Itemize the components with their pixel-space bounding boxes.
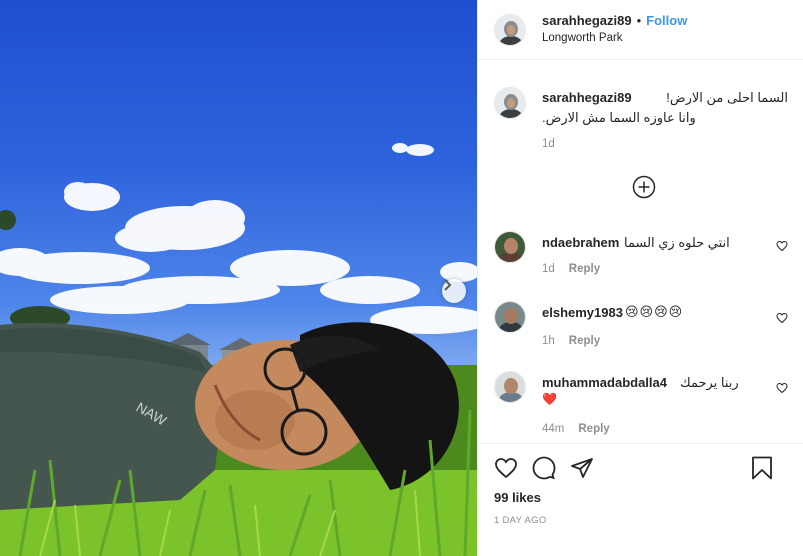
comment-text: ربنا يرحمك — [680, 375, 739, 390]
caption-timestamp: 1d — [542, 138, 555, 150]
comments-section: sarahhegazi89 السما احلى من الارض! وانا … — [478, 61, 803, 453]
comment-like-heart-icon[interactable] — [776, 311, 788, 324]
reply-button[interactable]: Reply — [569, 263, 600, 275]
comment-item: muhammadabdalla4 ربنا يرحمك ❤️ 44m Reply — [494, 371, 788, 441]
author-username[interactable]: sarahhegazi89 — [542, 13, 632, 29]
caption-avatar[interactable] — [494, 87, 526, 119]
comment-item: elshemy1983 😢😢😢😢 1h Reply — [494, 301, 788, 351]
commenter-avatar[interactable] — [494, 371, 526, 403]
separator-dot: • — [636, 13, 642, 29]
comment-timestamp: 1d — [542, 263, 555, 275]
post-photo[interactable]: NAW — [0, 0, 477, 556]
photo-scene: NAW — [0, 143, 477, 556]
load-more-comments-button[interactable] — [632, 175, 656, 199]
comment-username[interactable]: muhammadabdalla4 — [542, 375, 667, 390]
comment-text: انتي حلوه زي السما — [624, 235, 730, 250]
like-heart-icon[interactable] — [494, 456, 518, 480]
commenter-avatar[interactable] — [494, 301, 526, 333]
reply-button[interactable]: Reply — [569, 335, 600, 347]
comment-timestamp: 44m — [542, 423, 565, 435]
comment-like-heart-icon[interactable] — [776, 381, 788, 394]
author-avatar[interactable] — [494, 13, 526, 46]
post-actions: 99 likes 1 DAY AGO — [478, 443, 803, 526]
comment-timestamp: 1h — [542, 335, 555, 347]
comment-heart-emoji: ❤️ — [542, 392, 557, 406]
comment-like-heart-icon[interactable] — [776, 239, 788, 252]
follow-button[interactable]: Follow — [646, 13, 687, 29]
post-side-panel: sarahhegazi89 • Follow Longworth Park sa… — [477, 0, 803, 556]
plus-circle-icon — [632, 175, 656, 203]
reply-button[interactable]: Reply — [578, 423, 609, 435]
bookmark-icon[interactable] — [750, 456, 774, 480]
caption-line-2: وانا عاوزه السما مش الارض. — [542, 110, 696, 125]
post-timestamp: 1 DAY AGO — [494, 515, 547, 526]
location-link[interactable]: Longworth Park — [542, 31, 687, 45]
comment-item: ndaebrahem انتي حلوه زي السما 1d Reply — [494, 231, 788, 281]
next-photo-button[interactable] — [442, 279, 466, 303]
caption-line-1: السما احلى من الارض! — [666, 90, 788, 105]
comment-icon[interactable] — [532, 456, 556, 480]
share-icon[interactable] — [570, 456, 594, 480]
comment-username[interactable]: elshemy1983 — [542, 305, 623, 320]
comment-text: 😢😢😢😢 — [625, 304, 684, 319]
post-header: sarahhegazi89 • Follow Longworth Park — [478, 0, 803, 60]
comment-username[interactable]: ndaebrahem — [542, 235, 619, 250]
likes-count[interactable]: 99 likes — [494, 490, 788, 505]
commenter-avatar[interactable] — [494, 231, 526, 263]
caption-username[interactable]: sarahhegazi89 — [542, 90, 632, 105]
